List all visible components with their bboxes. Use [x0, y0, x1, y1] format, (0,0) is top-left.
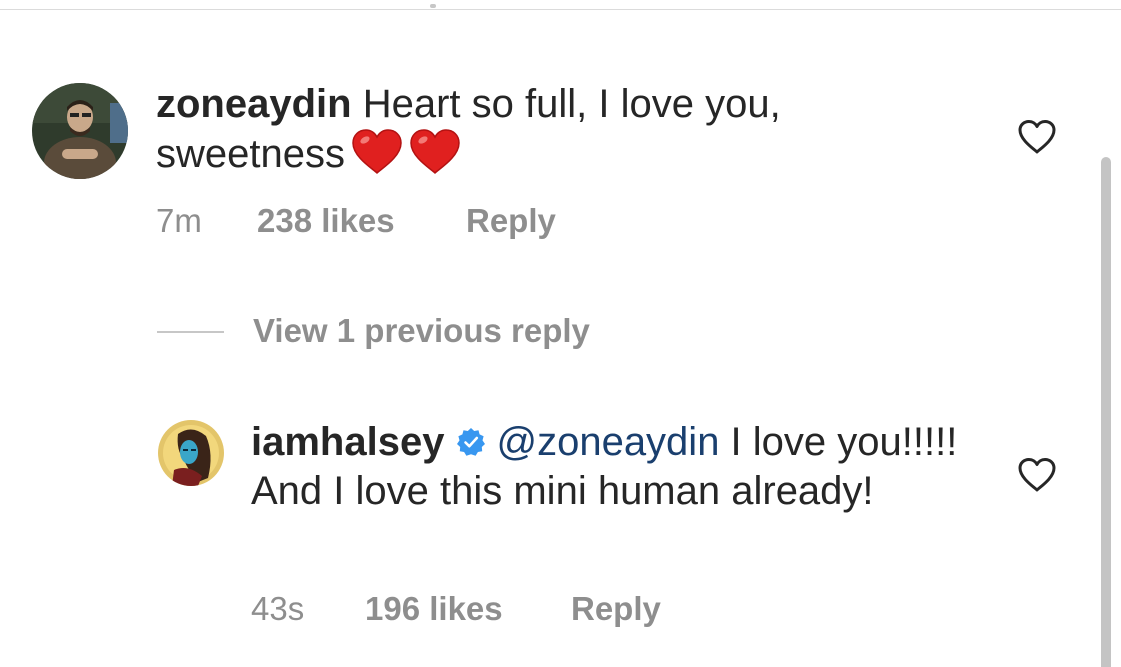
- red-heart-emoji: [351, 129, 403, 175]
- reply-button[interactable]: Reply: [571, 589, 661, 629]
- comment-body-line2: sweetness: [156, 132, 345, 176]
- comment-text-zoneaydin: zoneaydin Heart so full, I love you, swee…: [156, 80, 916, 179]
- scrollbar[interactable]: [1101, 157, 1111, 667]
- view-replies-label[interactable]: View 1 previous reply: [253, 311, 590, 351]
- avatar-zoneaydin[interactable]: [32, 83, 128, 179]
- comment-body: Heart so full, I love you,: [362, 82, 781, 126]
- avatar-iamhalsey[interactable]: [158, 420, 224, 486]
- comments-screen: zoneaydin Heart so full, I love you, swee…: [0, 0, 1121, 667]
- reply-button[interactable]: Reply: [466, 201, 556, 241]
- comment-likes-count[interactable]: 196 likes: [365, 589, 503, 629]
- sheet-handle: [430, 4, 436, 8]
- comment-time: 43s: [251, 590, 305, 627]
- comment-meta: 7m 238 likes Reply: [156, 201, 656, 241]
- comment-meta: 43s 196 likes Reply: [251, 589, 751, 629]
- mention-link[interactable]: @zoneaydin: [496, 420, 719, 464]
- comment-text-iamhalsey: iamhalsey @zoneaydin I love you!!!!! And …: [251, 418, 971, 516]
- replies-divider-line: [157, 331, 224, 333]
- comment-username[interactable]: iamhalsey: [251, 420, 444, 464]
- heart-outline-icon[interactable]: [1017, 457, 1057, 493]
- red-heart-emoji: [409, 129, 461, 175]
- comment-time: 7m: [156, 202, 202, 239]
- top-divider: [0, 9, 1121, 10]
- comment-likes-count[interactable]: 238 likes: [257, 201, 395, 241]
- comment-username[interactable]: zoneaydin: [156, 82, 352, 126]
- verified-badge-icon: [456, 427, 486, 457]
- heart-outline-icon[interactable]: [1017, 119, 1057, 155]
